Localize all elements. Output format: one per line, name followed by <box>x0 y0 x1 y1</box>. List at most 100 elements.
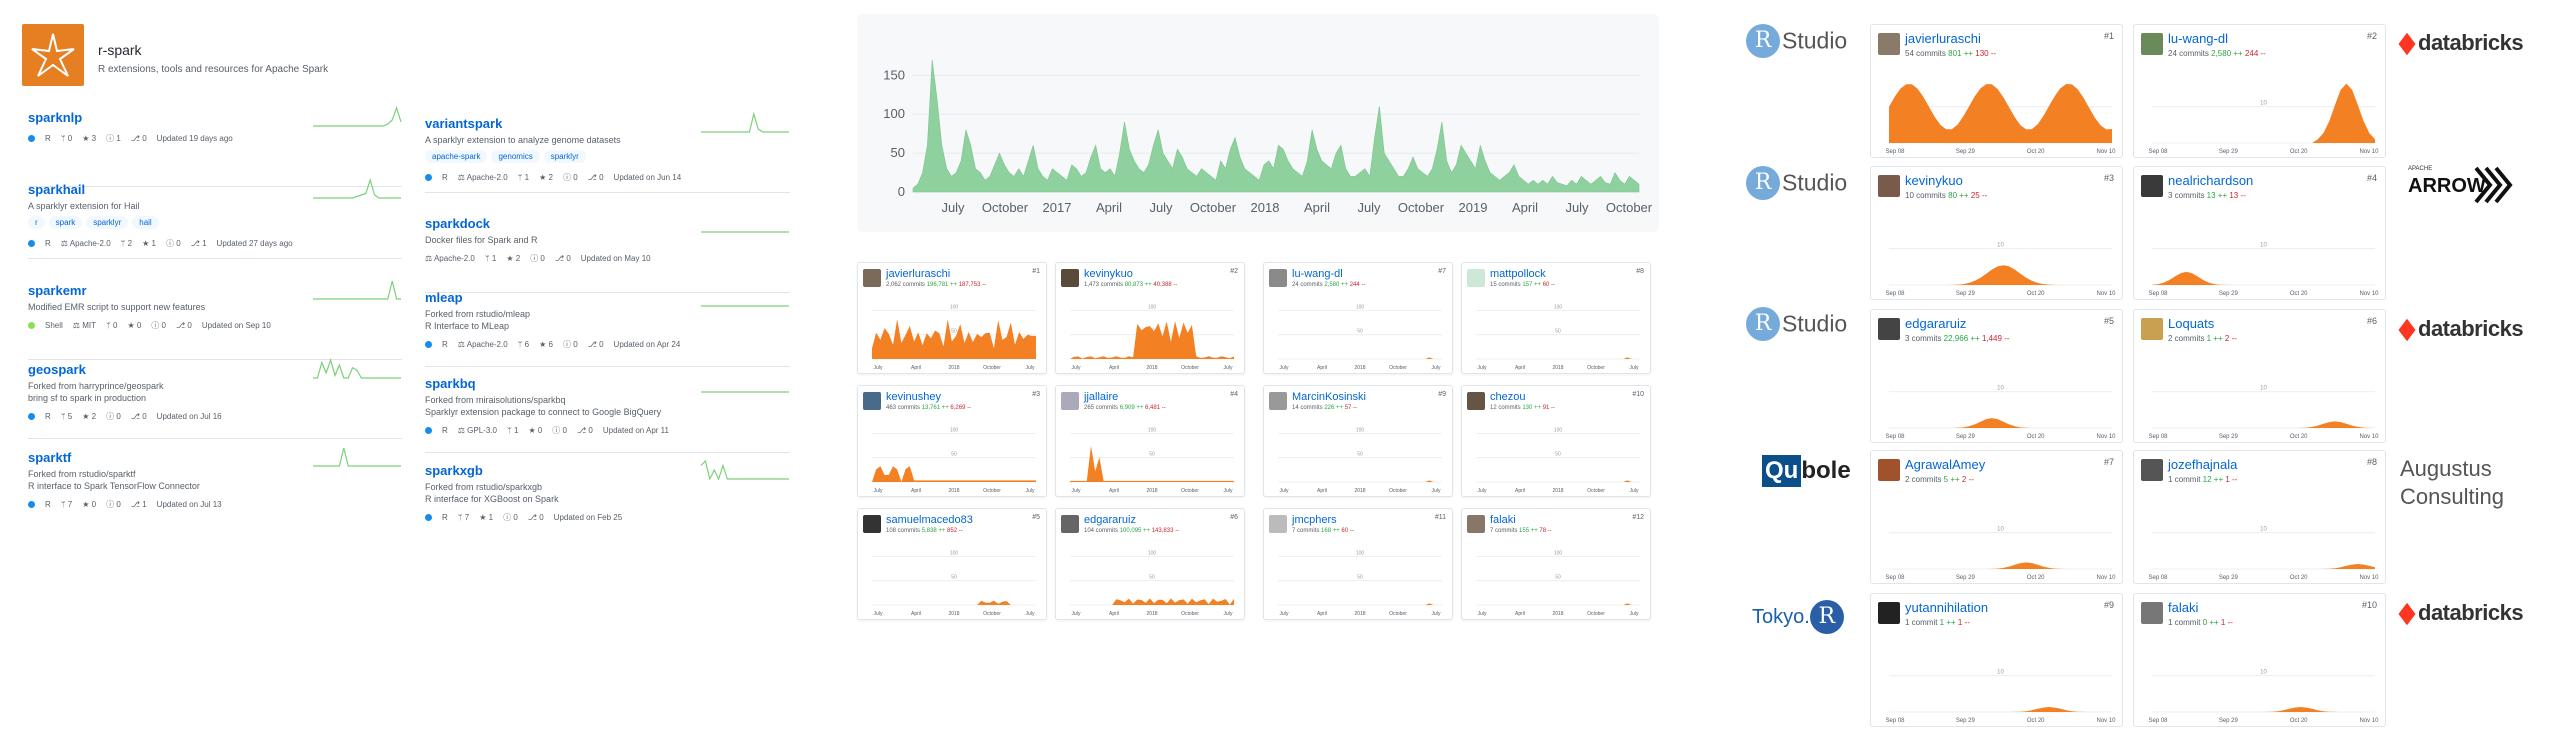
star-icon[interactable]: ★ 0 <box>82 500 96 509</box>
fork-icon[interactable]: ᛘ 2 <box>121 239 132 248</box>
pr-icon[interactable]: ⎇ 0 <box>577 426 593 435</box>
star-icon[interactable]: ★ 2 <box>539 173 553 182</box>
issue-icon[interactable]: ⓘ 0 <box>563 173 578 182</box>
avatar[interactable] <box>1061 269 1079 287</box>
contributor-name-link[interactable]: MarcinKosinski <box>1292 391 1366 403</box>
contributor-name-link[interactable]: mattpollock <box>1490 268 1546 280</box>
contributor-rank: #8 <box>2366 457 2377 467</box>
pr-icon[interactable]: ⎇ 0 <box>588 340 604 349</box>
avatar[interactable] <box>863 392 881 410</box>
contributor-name-link[interactable]: javierluraschi <box>1905 31 1981 46</box>
contributor-name-link[interactable]: nealrichardson <box>2168 173 2253 188</box>
pr-icon[interactable]: ⎇ 0 <box>555 254 571 263</box>
contributor-name-link[interactable]: lu-wang-dl <box>1292 268 1343 280</box>
contributor-name-link[interactable]: falaki <box>2168 600 2198 615</box>
avatar[interactable] <box>1061 515 1079 533</box>
contributor-name-link[interactable]: jmcphers <box>1292 514 1337 526</box>
pr-icon[interactable]: ⎇ 1 <box>191 239 207 248</box>
contributor-name-link[interactable]: lu-wang-dl <box>2168 31 2228 46</box>
star-icon[interactable]: ★ 0 <box>528 426 542 435</box>
contributor-name-link[interactable]: jozefhajnala <box>2168 457 2237 472</box>
issue-icon[interactable]: ⓘ 0 <box>530 254 545 263</box>
avatar[interactable] <box>863 515 881 533</box>
topic-tag[interactable]: sparklyr <box>86 216 129 229</box>
topic-tag[interactable]: sparklyr <box>543 150 586 163</box>
avatar[interactable] <box>2141 318 2163 340</box>
contributor-name-link[interactable]: falaki <box>1490 514 1516 526</box>
star-icon[interactable]: ★ 2 <box>506 254 520 263</box>
issue-icon[interactable]: ⓘ 0 <box>106 412 121 421</box>
star-icon[interactable]: ★ 0 <box>127 321 141 330</box>
issue-icon[interactable]: ⓘ 0 <box>166 239 181 248</box>
fork-icon[interactable]: ᛘ 5 <box>61 412 72 421</box>
contributor-name-link[interactable]: samuelmacedo83 <box>886 514 973 526</box>
avatar[interactable] <box>2141 175 2163 197</box>
avatar[interactable] <box>1878 33 1900 55</box>
issue-icon[interactable]: ⓘ 0 <box>106 500 121 509</box>
contributor-name-link[interactable]: javierluraschi <box>886 268 950 280</box>
avatar[interactable] <box>1878 175 1900 197</box>
avatar[interactable] <box>1269 515 1287 533</box>
pr-icon[interactable]: ⎇ 0 <box>588 173 604 182</box>
avatar[interactable] <box>2141 602 2163 624</box>
star-icon[interactable]: ★ 1 <box>479 513 493 522</box>
topic-tag[interactable]: spark <box>48 216 83 229</box>
issue-icon[interactable]: ⓘ 0 <box>563 340 578 349</box>
avatar[interactable] <box>1878 459 1900 481</box>
topic-tag[interactable]: hail <box>132 216 159 229</box>
contributor-name-link[interactable]: kevinykuo <box>1084 268 1133 280</box>
avatar[interactable] <box>1878 602 1900 624</box>
additions-count: 155 ++ <box>1519 528 1540 534</box>
avatar[interactable] <box>1878 318 1900 340</box>
avatar[interactable] <box>1467 269 1485 287</box>
fork-icon[interactable]: ᛘ 7 <box>458 513 469 522</box>
contributor-name-link[interactable]: yutannihilation <box>1905 600 1988 615</box>
fork-icon[interactable]: ᛘ 7 <box>61 500 72 509</box>
augustus-wordmark: Augustus Consulting <box>2400 456 2504 509</box>
star-icon[interactable]: ★ 3 <box>82 134 96 143</box>
fork-icon[interactable]: ᛘ 1 <box>507 426 518 435</box>
pr-icon[interactable]: ⎇ 0 <box>131 412 147 421</box>
fork-icon[interactable]: ᛘ 1 <box>485 254 496 263</box>
databricks-icon <box>2398 318 2416 342</box>
star-icon[interactable]: ★ 2 <box>82 412 96 421</box>
issue-icon[interactable]: ⓘ 0 <box>151 321 166 330</box>
avatar[interactable] <box>2141 459 2163 481</box>
fork-icon[interactable]: ᛘ 0 <box>61 134 72 143</box>
org-name[interactable]: r-spark <box>98 42 142 58</box>
pr-icon[interactable]: ⎇ 1 <box>131 500 147 509</box>
issue-icon[interactable]: ⓘ 1 <box>106 134 121 143</box>
avatar[interactable] <box>1467 515 1485 533</box>
topic-tag[interactable]: r <box>28 216 45 229</box>
contributor-name-link[interactable]: kevinushey <box>886 391 941 403</box>
pr-icon[interactable]: ⎇ 0 <box>528 513 544 522</box>
star-icon[interactable]: ★ 1 <box>142 239 156 248</box>
issue-icon[interactable]: ⓘ 0 <box>503 513 518 522</box>
avatar[interactable] <box>1269 269 1287 287</box>
contributor-name-link[interactable]: kevinykuo <box>1905 173 1963 188</box>
org-avatar[interactable] <box>22 24 84 86</box>
contribution-area-series <box>1070 598 1234 605</box>
avatar[interactable] <box>2141 33 2163 55</box>
avatar[interactable] <box>863 269 881 287</box>
contributor-name-link[interactable]: edgararuiz <box>1084 514 1136 526</box>
avatar[interactable] <box>1269 392 1287 410</box>
fork-icon[interactable]: ᛘ 1 <box>518 173 529 182</box>
contributor-name-link[interactable]: AgrawalAmey <box>1905 457 1985 472</box>
contributor-name-link[interactable]: edgararuiz <box>1905 316 1966 331</box>
avatar[interactable] <box>1467 392 1485 410</box>
star-icon[interactable]: ★ 6 <box>539 340 553 349</box>
pr-icon[interactable]: ⎇ 0 <box>176 321 192 330</box>
issue-icon[interactable]: ⓘ 0 <box>552 426 567 435</box>
contributor-name-link[interactable]: chezou <box>1490 391 1525 403</box>
contributor-name-link[interactable]: jjallaire <box>1084 391 1118 403</box>
contributor-name-link[interactable]: Loquats <box>2168 316 2214 331</box>
fork-icon[interactable]: ᛘ 0 <box>106 321 117 330</box>
commit-count: 2 commits <box>1905 475 1944 484</box>
pr-icon[interactable]: ⎇ 0 <box>131 134 147 143</box>
topic-tag[interactable]: apache-spark <box>425 150 488 163</box>
avatar[interactable] <box>1061 392 1079 410</box>
x-tick-label: April <box>1304 200 1330 215</box>
fork-icon[interactable]: ᛘ 6 <box>518 340 529 349</box>
topic-tag[interactable]: genomics <box>491 150 540 163</box>
